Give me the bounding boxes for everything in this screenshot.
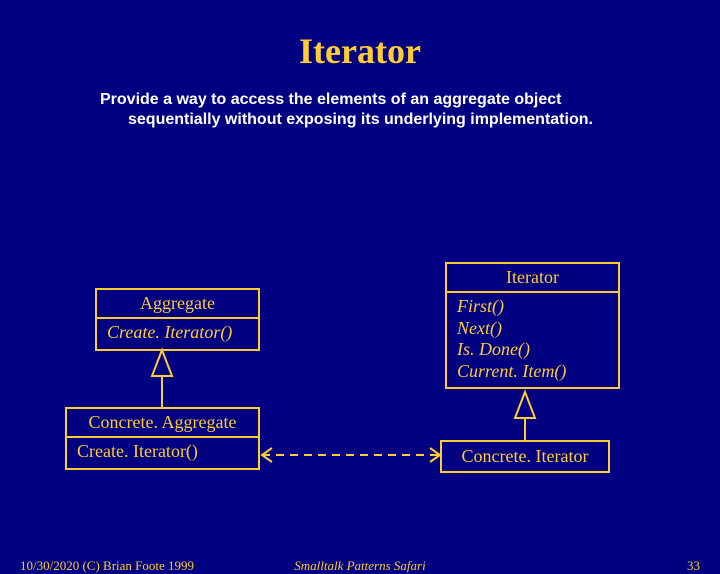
slide-number: 33 <box>687 558 700 574</box>
slide-title: Iterator <box>0 30 720 72</box>
uml-class-concrete-iterator: Concrete. Iterator <box>440 440 610 473</box>
uml-class-ops: Create. Iterator() <box>67 438 258 468</box>
uml-class-name: Iterator <box>447 264 618 293</box>
uml-class-ops: Create. Iterator() <box>97 319 258 349</box>
uml-class-name: Concrete. Aggregate <box>67 409 258 438</box>
slide-description: Provide a way to access the elements of … <box>100 90 640 130</box>
uml-class-aggregate: Aggregate Create. Iterator() <box>95 288 260 351</box>
uml-class-iterator: Iterator First() Next() Is. Done() Curre… <box>445 262 620 389</box>
uml-class-ops: First() Next() Is. Done() Current. Item(… <box>447 293 618 387</box>
footer-title: Smalltalk Patterns Safari <box>0 558 720 574</box>
uml-class-concrete-aggregate: Concrete. Aggregate Create. Iterator() <box>65 407 260 470</box>
uml-class-name: Aggregate <box>97 290 258 319</box>
